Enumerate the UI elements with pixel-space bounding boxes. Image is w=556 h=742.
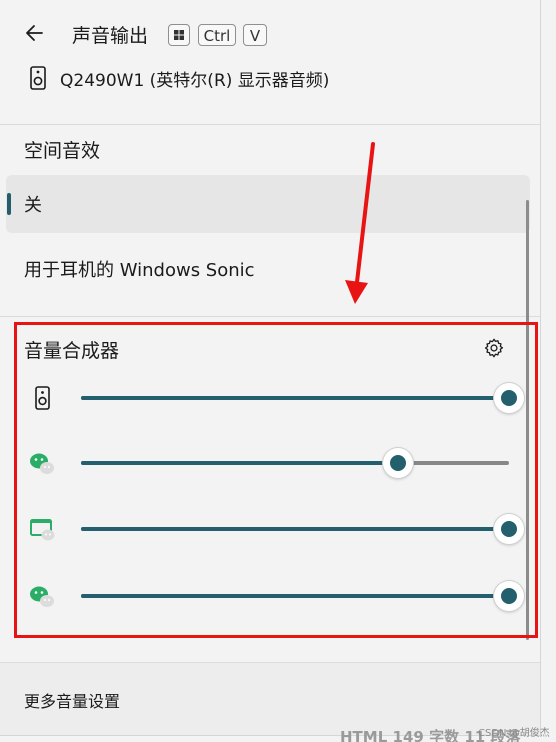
output-device-name: Q2490W1 (英特尔(R) 显示器音频) xyxy=(60,71,330,91)
annotation-highlight-box xyxy=(14,322,538,638)
more-volume-settings-link[interactable]: 更多音量设置 xyxy=(24,688,120,712)
csdn-watermark: CSDN @胡俊杰 xyxy=(478,728,550,739)
spatial-option-windows-sonic[interactable]: 用于耳机的 Windows Sonic xyxy=(6,240,530,298)
status-count: 149 xyxy=(392,728,424,742)
sound-output-panel: 声音输出 Ctrl V Q2490W1 (英特尔(R) 显示器音频) 空间音效 … xyxy=(0,0,541,736)
page-title: 声音输出 xyxy=(72,25,149,47)
output-device-item[interactable]: Q2490W1 (英特尔(R) 显示器音频) xyxy=(22,62,522,98)
spatial-audio-title: 空间音效 xyxy=(24,140,101,162)
ctrl-key-badge: Ctrl xyxy=(198,24,236,46)
status-words: 字数 xyxy=(429,728,460,742)
header: 声音输出 Ctrl V xyxy=(0,0,540,62)
spatial-option-label: 关 xyxy=(24,195,42,216)
speaker-icon xyxy=(30,66,46,90)
spatial-option-label: 用于耳机的 Windows Sonic xyxy=(24,260,255,281)
divider xyxy=(0,124,540,125)
windows-key-badge xyxy=(168,24,190,46)
status-html: HTML xyxy=(340,728,388,742)
v-key-badge: V xyxy=(243,24,267,46)
selection-indicator xyxy=(7,193,11,215)
arrow-left-icon[interactable] xyxy=(22,20,48,46)
spatial-option-off[interactable]: 关 xyxy=(6,175,530,233)
windows-logo-icon xyxy=(174,30,184,40)
divider xyxy=(0,316,540,317)
footer: 更多音量设置 xyxy=(0,662,540,735)
